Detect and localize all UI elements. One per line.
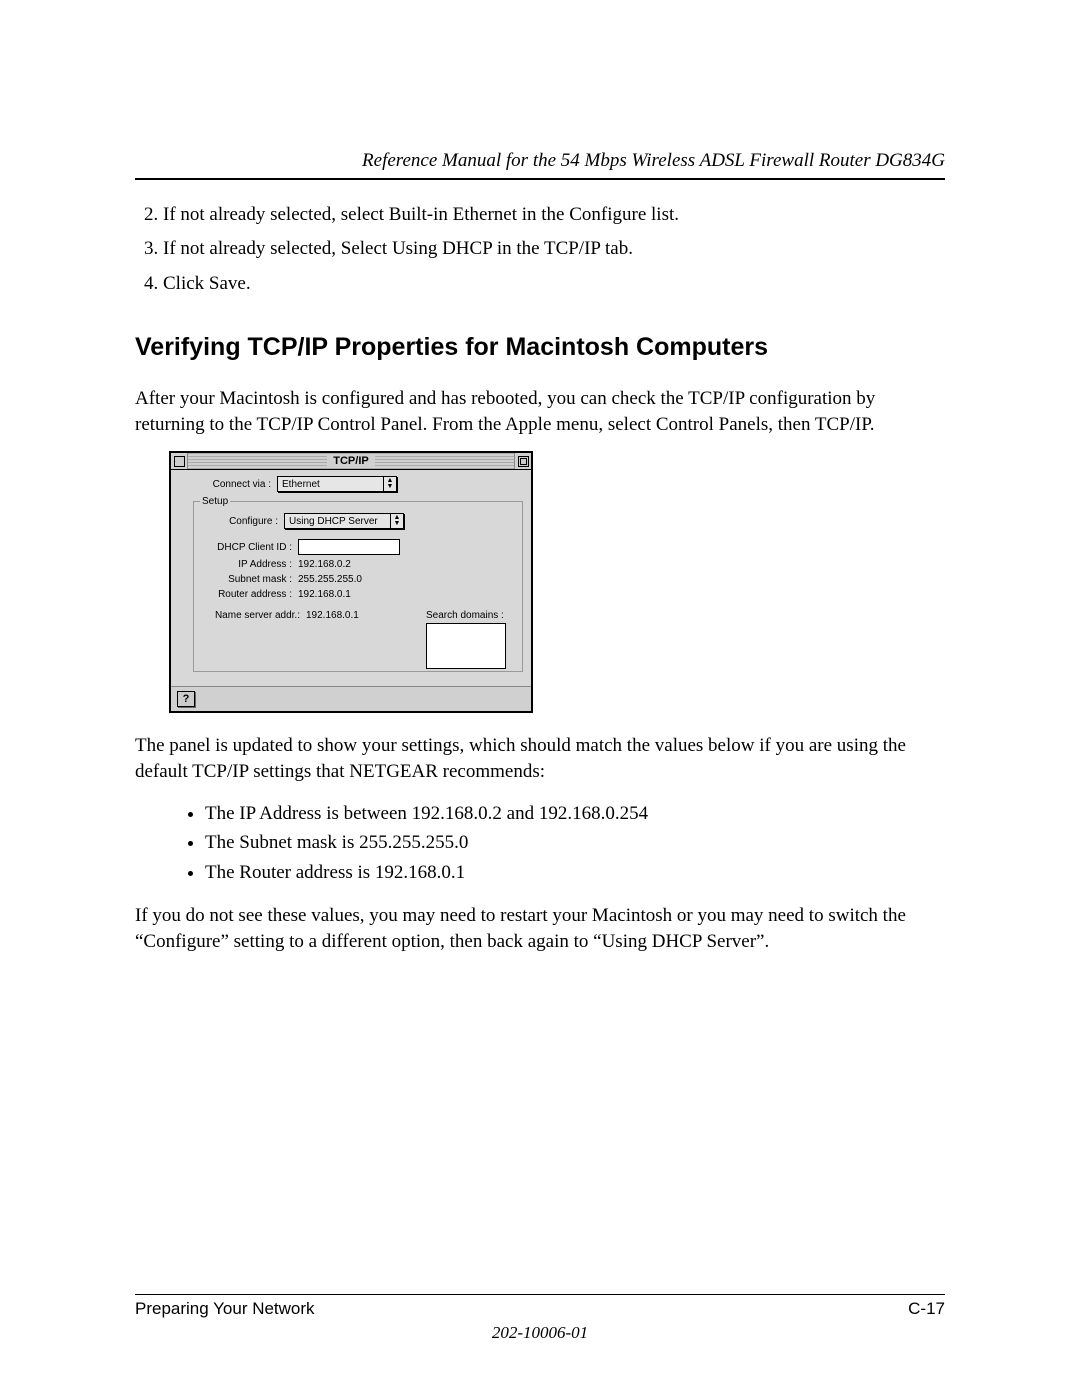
- dhcp-client-id-label: DHCP Client ID :: [200, 542, 298, 553]
- connect-via-label: Connect via :: [179, 479, 277, 490]
- subnet-mask-label: Subnet mask :: [200, 574, 298, 585]
- intro-paragraph: After your Macintosh is configured and h…: [135, 386, 945, 437]
- ip-address-value: 192.168.0.2: [298, 559, 351, 570]
- running-header: Reference Manual for the 54 Mbps Wireles…: [135, 150, 945, 178]
- footer-section: Preparing Your Network: [135, 1299, 315, 1319]
- connect-via-dropdown[interactable]: Ethernet ▲▼: [277, 476, 397, 492]
- name-server-label: Name server addr.:: [200, 610, 306, 621]
- updown-icon: ▲▼: [390, 514, 403, 528]
- panel-footer: ?: [171, 686, 531, 711]
- panel-title: TCP/IP: [327, 455, 374, 467]
- document-page: Reference Manual for the 54 Mbps Wireles…: [0, 0, 1080, 1397]
- dhcp-client-id-input[interactable]: [298, 539, 400, 555]
- setup-group: Setup Configure : Using DHCP Server ▲▼ D…: [193, 496, 523, 672]
- after-panel-paragraph: The panel is updated to show your settin…: [135, 733, 945, 784]
- step-list: If not already selected, select Built-in…: [135, 200, 945, 299]
- closing-paragraph: If you do not see these values, you may …: [135, 903, 945, 954]
- zoom-icon: [518, 456, 529, 467]
- bullet-ip-range: The IP Address is between 192.168.0.2 an…: [205, 799, 945, 828]
- updown-icon: ▲▼: [383, 477, 396, 491]
- configure-dropdown[interactable]: Using DHCP Server ▲▼: [284, 513, 404, 529]
- search-domains-input[interactable]: [426, 623, 506, 669]
- footer-row: Preparing Your Network C-17: [135, 1299, 945, 1319]
- step-4: Click Save.: [163, 269, 945, 299]
- configure-value: Using DHCP Server: [289, 516, 378, 527]
- panel-body: Connect via : Ethernet ▲▼ Setup Configur…: [171, 470, 531, 686]
- step-3: If not already selected, Select Using DH…: [163, 234, 945, 264]
- footer-rule: [135, 1294, 945, 1295]
- configure-label: Configure :: [200, 516, 284, 527]
- close-icon: [174, 456, 185, 467]
- footer-docnum: 202-10006-01: [0, 1323, 1080, 1343]
- help-icon: ?: [183, 693, 190, 705]
- close-button[interactable]: [171, 453, 188, 469]
- zoom-button[interactable]: [514, 453, 531, 469]
- search-domains-label: Search domains :: [426, 610, 516, 621]
- step-2: If not already selected, select Built-in…: [163, 200, 945, 230]
- section-heading: Verifying TCP/IP Properties for Macintos…: [135, 333, 945, 362]
- footer-page: C-17: [908, 1299, 945, 1319]
- ip-address-label: IP Address :: [200, 559, 298, 570]
- bullet-subnet: The Subnet mask is 255.255.255.0: [205, 828, 945, 857]
- router-address-label: Router address :: [200, 589, 298, 600]
- bullet-router: The Router address is 192.168.0.1: [205, 858, 945, 887]
- name-server-value: 192.168.0.1: [306, 610, 359, 621]
- connect-via-value: Ethernet: [282, 479, 320, 490]
- help-button[interactable]: ?: [177, 691, 195, 707]
- titlebar-drag-area[interactable]: TCP/IP: [188, 453, 514, 469]
- panel-titlebar[interactable]: TCP/IP: [171, 453, 531, 470]
- recommended-values-list: The IP Address is between 192.168.0.2 an…: [135, 799, 945, 887]
- header-rule: [135, 178, 945, 180]
- subnet-mask-value: 255.255.255.0: [298, 574, 362, 585]
- tcpip-panel: TCP/IP Connect via : Ethernet ▲▼ Setup C…: [169, 451, 533, 713]
- setup-legend: Setup: [200, 496, 230, 507]
- router-address-value: 192.168.0.1: [298, 589, 351, 600]
